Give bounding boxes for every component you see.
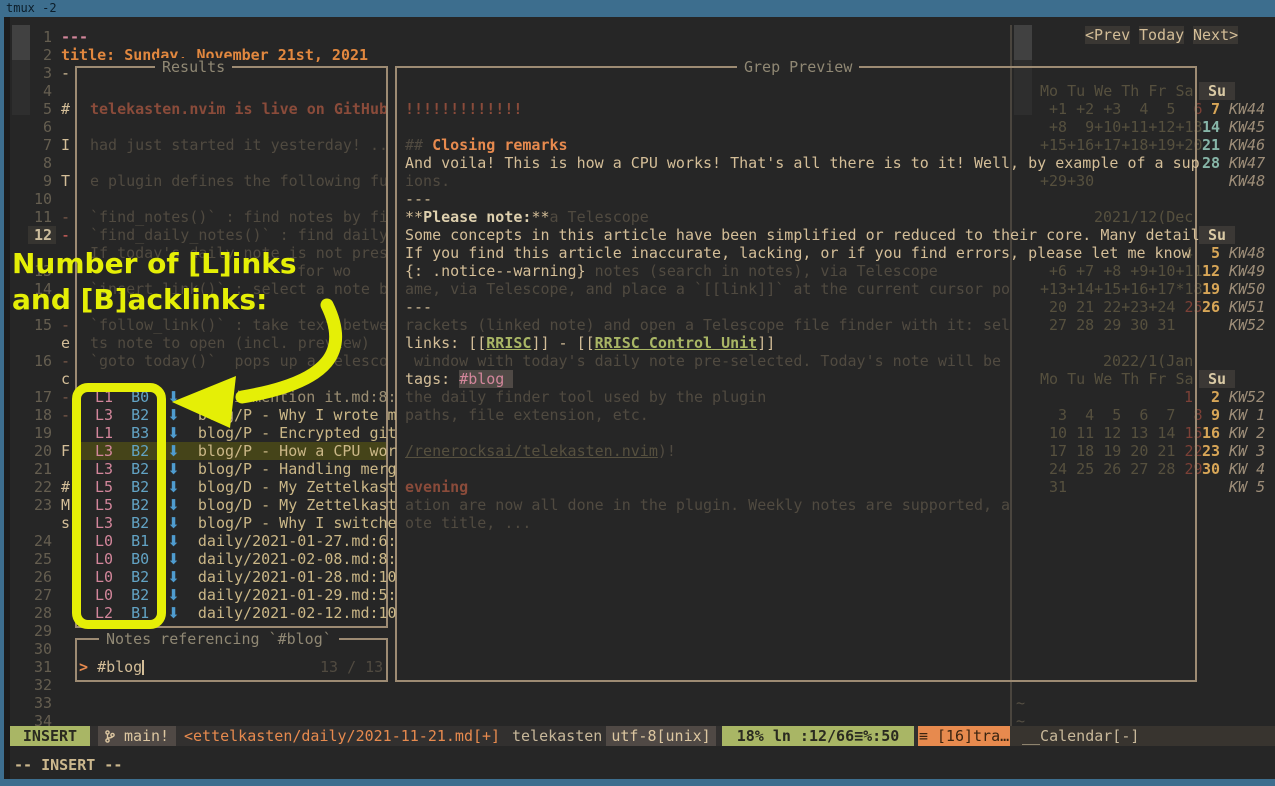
preview-line: ation are now all done in the plugin. We… [405, 496, 1010, 514]
preview-line: ## Closing remarks [405, 136, 568, 154]
preview-line: links: [[RRISC]] - [[RRISC Control Unit]… [405, 334, 775, 352]
window-frame-bottom [0, 779, 1275, 786]
cursor-position-segment: 18% ln :12/66≡%:50 [722, 726, 914, 746]
file-path: <ettelkasten/daily/2021-11-21.md[+] [184, 726, 500, 746]
encoding-segment: utf-8[unix] [606, 726, 716, 746]
git-branch-segment: main! [98, 726, 176, 746]
git-branch-icon [105, 730, 115, 743]
preview-line: rackets (linked note) and open a Telesco… [405, 316, 1010, 334]
annotation-highlight-box [72, 383, 166, 629]
preview-line: the daily finder tool used by the plugin [405, 388, 766, 406]
preview-line: !!!!!!!!!!!!! [405, 100, 522, 118]
preview-line: **Please note:**a Telescope [405, 208, 649, 226]
preview-line: --- [405, 298, 432, 316]
text-cursor [142, 660, 144, 675]
preview-line: ions. [405, 172, 450, 190]
preview-line: ote title, ... [405, 514, 531, 532]
preview-line: /renerocksai/telekasten.nvim)! [405, 442, 676, 460]
prompt-input[interactable]: > #blog [79, 658, 142, 676]
plugin-name: telekasten [512, 726, 602, 746]
preview-line: And voila! This is how a CPU works! That… [405, 154, 1200, 172]
left-gutter [4, 17, 10, 779]
preview-line: evening [405, 478, 468, 496]
prompt-caret: > [79, 658, 88, 676]
preview-line: --- [405, 190, 432, 208]
git-branch-name: main! [124, 727, 169, 745]
preview-line: window with today's daily note pre-selec… [405, 352, 1001, 370]
annotation-line-1: Number of [L]inks [12, 246, 297, 282]
tmux-titlebar: tmux -2 [0, 0, 1275, 17]
mode-indicator: INSERT [10, 726, 90, 746]
preview-line: If you find this article inaccurate, lac… [405, 244, 1191, 262]
calendar-statusline: __Calendar[-] [1010, 726, 1275, 746]
terminal-window: 1---2title: Sunday, November 21st, 20213… [0, 0, 1275, 786]
preview-line: paths, file extension, etc. [405, 406, 649, 424]
prompt-query: #blog [97, 658, 142, 676]
grep-preview-content: !!!!!!!!!!!!! ## Closing remarksAnd voila… [0, 0, 1275, 786]
annotation-line-2: and [B]acklinks: [12, 282, 267, 318]
preview-line: tags: #blog [405, 370, 513, 388]
trailing-whitespace-warning: ≡ [16]tra… [918, 726, 1010, 746]
preview-line: {: .notice--warning} notes (search in no… [405, 262, 938, 280]
command-line-mode: -- INSERT -- [14, 756, 122, 774]
result-count: 13 / 13 [320, 658, 383, 676]
preview-line: Some concepts in this article have been … [405, 226, 1200, 244]
preview-line: ame, via Telescope, and place a `[[link]… [405, 280, 1010, 298]
